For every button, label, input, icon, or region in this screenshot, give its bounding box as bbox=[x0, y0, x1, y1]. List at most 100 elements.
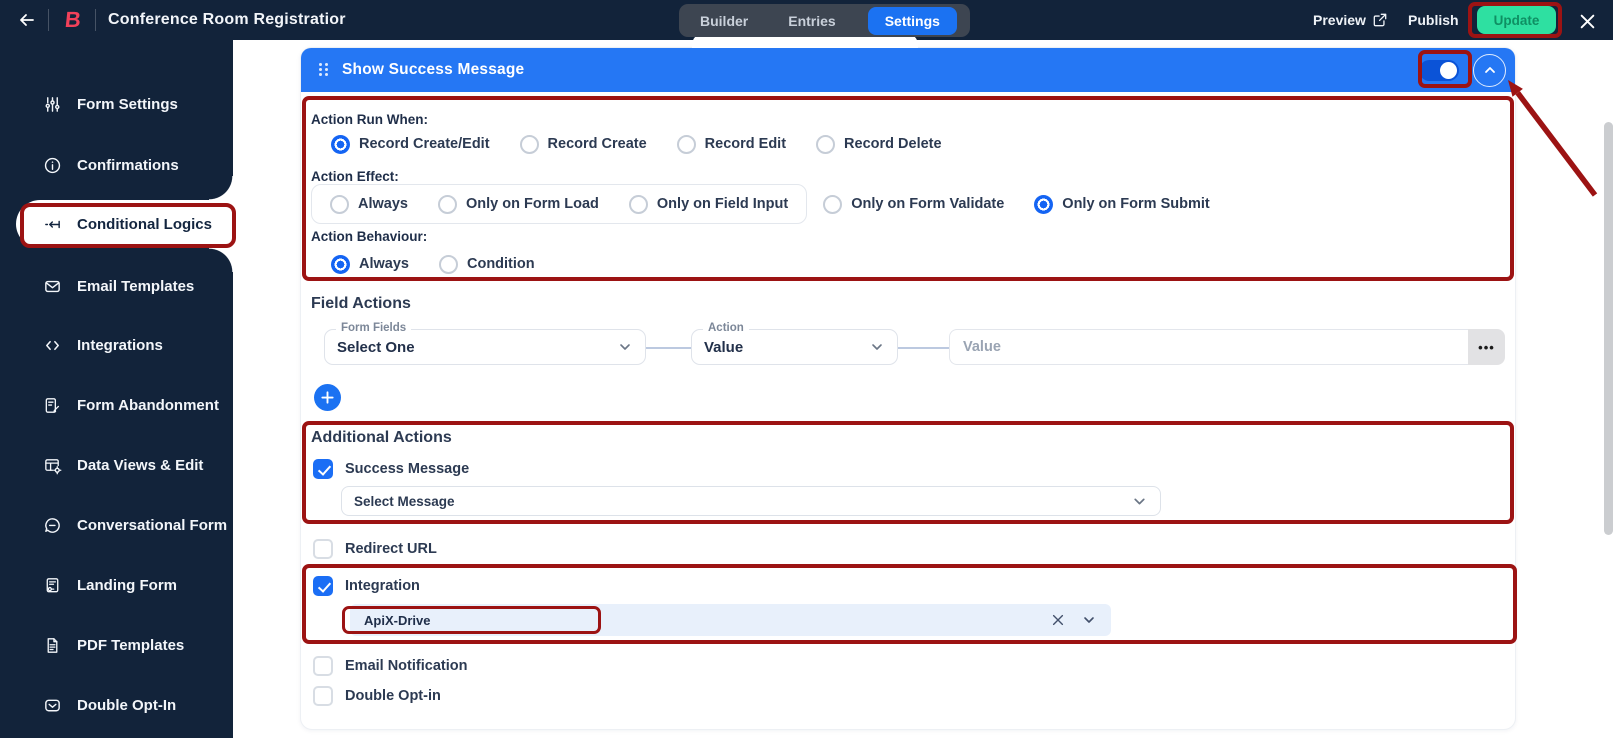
logic-enabled-toggle[interactable] bbox=[1419, 59, 1459, 81]
sidebar-item-form-settings[interactable]: Form Settings bbox=[0, 84, 233, 124]
chevron-down-icon bbox=[620, 344, 630, 350]
add-field-action-button[interactable] bbox=[314, 384, 341, 411]
action-effect-options: Always Only on Form Load Only on Field I… bbox=[311, 184, 1210, 224]
sidebar-item-confirmations[interactable]: Confirmations bbox=[0, 145, 233, 185]
radio-dot bbox=[816, 134, 836, 154]
radio-record-create-edit[interactable]: Record Create/Edit bbox=[331, 134, 490, 154]
sidebar-item-label: Email Templates bbox=[77, 277, 195, 295]
collapse-button[interactable] bbox=[1473, 53, 1506, 87]
radio-dot bbox=[1034, 194, 1054, 214]
integration-selected-value: ApiX-Drive bbox=[364, 612, 431, 628]
checkbox-unchecked-icon bbox=[313, 686, 333, 706]
chevron-up-icon bbox=[1484, 67, 1495, 73]
checkbox-integration[interactable]: Integration bbox=[313, 575, 420, 597]
bitform-logo-icon: B bbox=[63, 7, 83, 32]
sidebar-item-label: Double Opt-In bbox=[77, 696, 177, 714]
checkbox-email-notification[interactable]: Email Notification bbox=[313, 655, 467, 677]
close-button[interactable] bbox=[1576, 10, 1598, 32]
checkbox-unchecked-icon bbox=[313, 656, 333, 676]
back-arrow-icon bbox=[20, 14, 34, 26]
sidebar-item-pdf-templates[interactable]: PDF Templates bbox=[0, 625, 233, 665]
drag-handle-icon[interactable] bbox=[319, 63, 329, 77]
plus-icon bbox=[321, 391, 334, 404]
radio-only-field-input[interactable]: Only on Field Input bbox=[628, 194, 788, 214]
table-gear-icon bbox=[45, 458, 62, 474]
radio-only-form-validate[interactable]: Only on Form Validate bbox=[823, 194, 1004, 214]
logic-title: Show Success Message bbox=[342, 61, 525, 78]
connector-line bbox=[898, 347, 949, 349]
value-input-group: ••• bbox=[949, 329, 1505, 365]
publish-button[interactable]: Publish bbox=[1408, 0, 1459, 40]
sidebar-item-label: PDF Templates bbox=[77, 636, 185, 654]
form-abandonment-icon bbox=[45, 397, 60, 413]
tab-builder[interactable]: Builder bbox=[692, 8, 756, 34]
envelope-icon bbox=[45, 280, 60, 292]
sidebar-item-label: Data Views & Edit bbox=[77, 456, 204, 474]
clear-selection-icon[interactable] bbox=[1051, 613, 1065, 627]
sidebar-item-conditional-logics[interactable]: Conditional Logics bbox=[16, 176, 233, 272]
radio-dot bbox=[519, 134, 539, 154]
radio-always-behaviour[interactable]: Always bbox=[331, 254, 409, 274]
sidebar-item-integrations[interactable]: Integrations bbox=[0, 325, 233, 365]
divider bbox=[95, 9, 96, 31]
sidebar-item-form-abandonment[interactable]: Form Abandonment bbox=[0, 385, 233, 425]
radio-only-form-load[interactable]: Only on Form Load bbox=[437, 194, 599, 214]
preview-button[interactable]: Preview bbox=[1313, 0, 1387, 40]
sidebar-item-conversational-form[interactable]: Conversational Form bbox=[0, 505, 233, 545]
more-options-icon[interactable]: ••• bbox=[1468, 329, 1505, 365]
radio-condition[interactable]: Condition bbox=[438, 254, 535, 274]
radio-record-delete[interactable]: Record Delete bbox=[816, 134, 942, 154]
form-title: Conference Room Registratior bbox=[108, 11, 346, 28]
sidebar-item-label: Form Settings bbox=[77, 95, 178, 113]
action-run-when-label: Action Run When: bbox=[311, 112, 428, 127]
sidebar-item-email-templates[interactable]: Email Templates bbox=[0, 266, 233, 306]
settings-sidebar: Form Settings Confirmations Conditional … bbox=[0, 40, 233, 738]
success-message-select[interactable]: Select Message bbox=[341, 486, 1161, 516]
additional-actions-heading: Additional Actions bbox=[311, 429, 452, 446]
checkbox-success-message[interactable]: Success Message bbox=[313, 458, 469, 480]
chevron-down-icon bbox=[1134, 498, 1145, 504]
update-button[interactable]: Update bbox=[1477, 6, 1556, 34]
sidebar-item-label: Confirmations bbox=[77, 156, 179, 174]
radio-only-form-submit[interactable]: Only on Form Submit bbox=[1034, 194, 1210, 214]
checkbox-redirect-url[interactable]: Redirect URL bbox=[313, 538, 437, 560]
conditional-logic-panel: Show Success Message Action Run When: Re… bbox=[300, 47, 1516, 730]
external-link-icon bbox=[1373, 13, 1387, 27]
scrollbar-thumb[interactable] bbox=[1604, 122, 1613, 535]
value-input[interactable] bbox=[949, 329, 1468, 365]
radio-dot bbox=[331, 134, 350, 154]
preview-label: Preview bbox=[1313, 12, 1366, 28]
radio-dot bbox=[676, 134, 696, 154]
sidebar-item-label: Conditional Logics bbox=[77, 215, 212, 233]
radio-dot bbox=[437, 194, 457, 214]
sidebar-item-landing-form[interactable]: Landing Form bbox=[0, 565, 233, 605]
tab-settings[interactable]: Settings bbox=[867, 6, 957, 35]
back-button[interactable] bbox=[12, 6, 42, 34]
landing-form-icon bbox=[46, 577, 59, 592]
checkbox-unchecked-icon bbox=[313, 539, 333, 559]
checkbox-double-opt-in[interactable]: Double Opt-in bbox=[313, 685, 441, 707]
radio-always-effect[interactable]: Always bbox=[330, 194, 408, 214]
form-fields-select-value: Select One bbox=[337, 338, 415, 356]
radio-record-create[interactable]: Record Create bbox=[519, 134, 647, 154]
tab-entries[interactable]: Entries bbox=[780, 8, 843, 34]
app-window: B Conference Room Registratior Builder E… bbox=[0, 0, 1613, 738]
pdf-document-icon bbox=[47, 637, 58, 653]
view-tabs: Builder Entries Settings bbox=[679, 4, 970, 37]
logic-header: Show Success Message bbox=[301, 48, 1515, 92]
info-icon bbox=[44, 157, 61, 173]
integration-select[interactable]: ApiX-Drive bbox=[350, 604, 1111, 636]
sliders-icon bbox=[45, 96, 60, 112]
radio-record-edit[interactable]: Record Edit bbox=[676, 134, 786, 154]
action-effect-label: Action Effect: bbox=[311, 169, 399, 184]
sidebar-item-data-views-edit[interactable]: Data Views & Edit bbox=[0, 445, 233, 485]
sidebar-item-double-opt-in[interactable]: Double Opt-In bbox=[0, 685, 233, 725]
radio-dot bbox=[823, 194, 843, 214]
radio-dot bbox=[331, 254, 350, 274]
form-fields-select[interactable]: Form Fields Select One bbox=[324, 322, 646, 365]
field-actions-heading: Field Actions bbox=[311, 295, 411, 312]
checkbox-checked-icon bbox=[313, 459, 333, 479]
chat-bubble-icon bbox=[45, 517, 60, 533]
action-select[interactable]: Action Value bbox=[691, 322, 898, 365]
opt-in-envelope-icon bbox=[45, 699, 60, 711]
